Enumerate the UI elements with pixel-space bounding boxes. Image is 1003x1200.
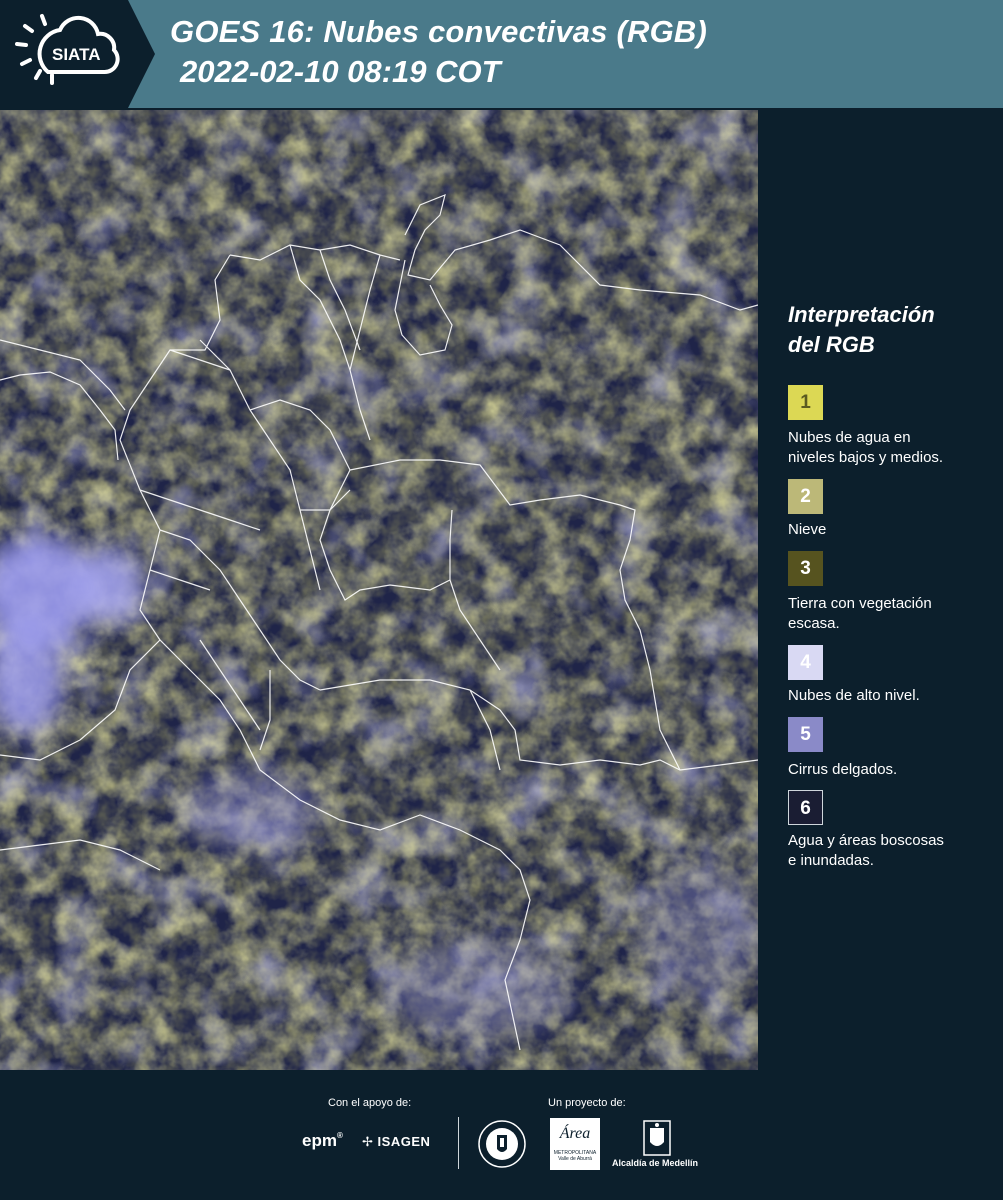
- legend-title: Interpretación del RGB: [788, 302, 935, 357]
- page-timestamp: 2022-02-10 08:19 COT: [180, 54, 501, 89]
- legend-swatch-4: 4: [788, 645, 823, 680]
- area-metropolitana-logo: Área METROPOLITANA Valle de Aburrá: [550, 1118, 600, 1170]
- epm-logo: epm®: [302, 1131, 343, 1150]
- page-title: GOES 16: Nubes convectivas (RGB): [170, 14, 708, 49]
- footer-divider: [458, 1117, 459, 1169]
- header-bar: SIATA GOES 16: Nubes convectivas (RGB) 2…: [0, 0, 1003, 108]
- legend-label-1: Nubes de agua en niveles bajos y medios.: [788, 429, 944, 466]
- support-label: Con el apoyo de:: [328, 1097, 412, 1109]
- legend-swatch-3: 3: [788, 551, 823, 586]
- legend-swatch-5: 5: [788, 717, 823, 752]
- legend-panel: Interpretación del RGB 1 Nubes de agua e…: [760, 110, 1003, 1070]
- legend-label-2: Nieve: [788, 521, 827, 538]
- isagen-logo: ✢ ISAGEN: [362, 1134, 431, 1149]
- isagen-icon: ✢: [362, 1134, 374, 1149]
- alcaldia-shield-icon: [643, 1120, 671, 1156]
- project-label: Un proyecto de:: [548, 1097, 626, 1109]
- satellite-map: [0, 110, 758, 1070]
- legend-swatch-2: 2: [788, 479, 823, 514]
- legend-label-4: Nubes de alto nivel.: [788, 687, 920, 704]
- alcaldia-logo-text: Alcaldía de Medellín: [612, 1158, 699, 1168]
- medellin-seal-icon: [478, 1120, 526, 1168]
- footer: Con el apoyo de: Un proyecto de: epm® ✢ …: [0, 1070, 1003, 1200]
- legend-swatch-1: 1: [788, 385, 823, 420]
- legend-label-5: Cirrus delgados.: [788, 761, 898, 778]
- logo-text: SIATA: [52, 45, 101, 64]
- legend-label-6: Agua y áreas boscosas e inundadas.: [788, 832, 944, 869]
- legend-label-3: Tierra con vegetación escasa.: [788, 595, 932, 632]
- siata-logo: SIATA: [0, 0, 155, 108]
- legend-swatch-6: 6: [788, 790, 823, 825]
